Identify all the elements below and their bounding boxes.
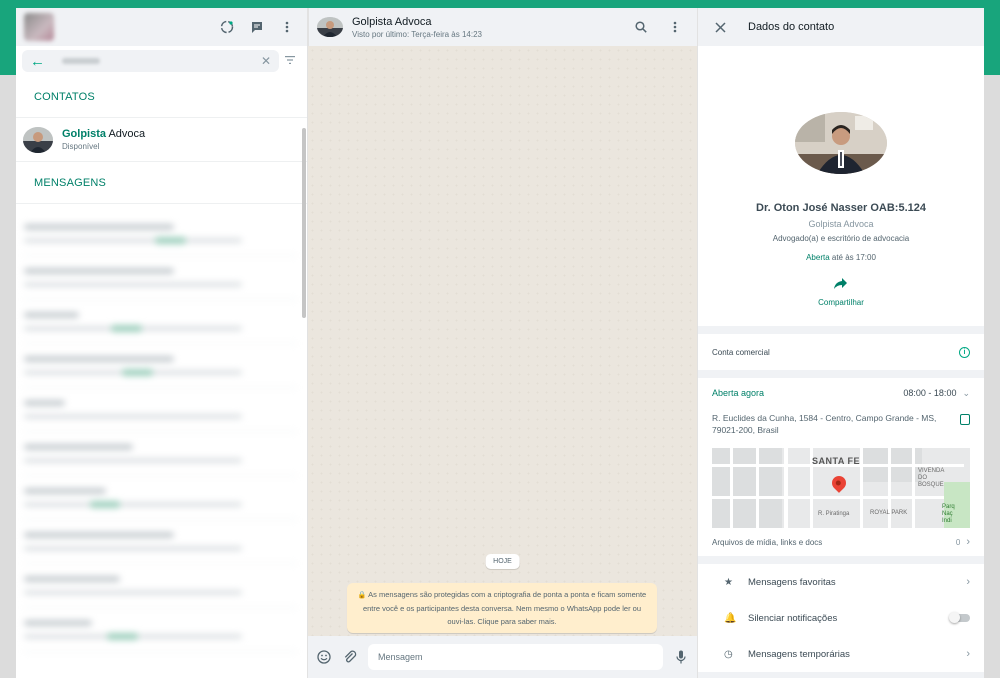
chevron-right-icon: › (966, 576, 970, 588)
search-query-blurred (62, 58, 100, 64)
chevron-right-icon: › (966, 648, 970, 660)
blurred-message-results (16, 204, 307, 652)
back-arrow-icon[interactable]: ← (30, 53, 48, 70)
mute-toggle[interactable] (949, 612, 970, 623)
contact-status: Disponível (62, 142, 100, 151)
list-item[interactable] (24, 300, 297, 344)
profile-card: Dr. Oton José Nasser OAB:5.124 Golpista … (698, 46, 984, 326)
chat-messages-area[interactable]: HOJE 🔒 As mensagens são protegidas com a… (308, 46, 697, 636)
chat-pane: Golpista Advoca Visto por último: Terça-… (308, 8, 697, 678)
list-item[interactable] (24, 344, 297, 388)
composer: Mensagem (308, 636, 697, 678)
contact-info-header: Dados do contato (698, 8, 984, 46)
open-status: Aberta até às 17:00 (806, 253, 876, 262)
chat-header[interactable]: Golpista Advoca Visto por último: Terça-… (308, 8, 697, 46)
list-item[interactable] (24, 564, 297, 608)
encryption-notice[interactable]: 🔒 As mensagens são protegidas com a crip… (347, 583, 657, 633)
contact-avatar (23, 126, 53, 153)
chat-menu-icon[interactable] (667, 19, 683, 35)
search-row: ← ✕ (16, 46, 307, 76)
list-item[interactable] (24, 608, 297, 652)
day-badge: HOJE (485, 554, 520, 569)
business-address: R. Euclides da Cunha, 1584 - Centro, Cam… (712, 412, 970, 436)
contact-info-panel: Dados do contato Dr. Oton José Nasser OA… (697, 8, 984, 678)
sidebar-scrollbar[interactable] (302, 128, 306, 318)
lock-icon: 🔒 (357, 592, 367, 599)
star-icon: ★ (724, 576, 733, 588)
disappearing-messages-row[interactable]: ◷ Mensagens temporárias › (698, 636, 984, 672)
contacts-section-header: CONTATOS (16, 76, 307, 118)
emoji-icon[interactable] (316, 649, 332, 665)
search-icon[interactable] (633, 19, 649, 35)
share-icon (834, 276, 848, 292)
whatsapp-web-app: ← ✕ CONTATOS Golpista Advoca Disponível … (16, 8, 984, 678)
status-icon[interactable] (219, 19, 235, 35)
contact-info-title: Dados do contato (748, 21, 835, 33)
profile-photo[interactable] (795, 112, 887, 174)
sidebar: ← ✕ CONTATOS Golpista Advoca Disponível … (16, 8, 308, 678)
list-item[interactable] (24, 212, 297, 256)
bell-icon: 🔔 (724, 612, 737, 624)
business-category: Advogado(a) e escritório de advocacia (772, 234, 910, 243)
search-input[interactable]: ← ✕ (22, 50, 279, 72)
chevron-right-icon: › (966, 536, 970, 548)
list-item[interactable] (24, 256, 297, 300)
mute-notifications-row[interactable]: 🔔 Silenciar notificações (698, 600, 984, 636)
list-item[interactable] (24, 476, 297, 520)
list-item[interactable] (24, 432, 297, 476)
contact-result-item[interactable]: Golpista Advoca Disponível (16, 118, 307, 162)
my-avatar[interactable] (24, 13, 54, 41)
close-icon[interactable] (712, 19, 728, 35)
info-icon[interactable]: i (959, 346, 970, 358)
sidebar-header (16, 8, 307, 46)
business-name: Golpista Advoca (808, 219, 874, 229)
microphone-icon[interactable] (673, 649, 689, 665)
business-hours-row[interactable]: Aberta agora 08:00 - 18:00 ⌄ (712, 378, 970, 408)
location-map[interactable]: SANTA FE VIVENDA DO BOSQUE ROYAL PARK Pa… (712, 448, 970, 528)
timer-icon: ◷ (724, 648, 733, 660)
list-item[interactable] (24, 520, 297, 564)
chat-title: Golpista Advoca (352, 15, 432, 28)
starred-messages-row[interactable]: ★ Mensagens favoritas › (698, 564, 984, 600)
messages-section-header: MENSAGENS (16, 162, 307, 204)
message-input[interactable]: Mensagem (368, 644, 663, 670)
filter-icon[interactable] (279, 55, 301, 67)
options-card: ★ Mensagens favoritas › 🔔 Silenciar noti… (698, 564, 984, 672)
new-chat-icon[interactable] (249, 19, 265, 35)
account-type-row[interactable]: Conta comercial i (698, 334, 984, 370)
chevron-down-icon[interactable]: ⌄ (962, 388, 970, 399)
menu-icon[interactable] (279, 19, 295, 35)
share-button[interactable]: Compartilhar (818, 276, 864, 307)
last-seen: Visto por último: Terça-feira às 14:23 (352, 29, 482, 39)
contact-name: Golpista Advoca (62, 128, 146, 140)
chat-avatar[interactable] (317, 17, 343, 37)
attach-icon[interactable] (342, 649, 358, 665)
copy-icon[interactable] (960, 414, 970, 425)
business-details-card: Aberta agora 08:00 - 18:00 ⌄ R. Euclides… (698, 378, 984, 556)
media-links-docs-row[interactable]: Arquivos de mídia, links e docs 0 › (712, 528, 970, 556)
location-pin-icon (829, 473, 849, 493)
clear-search-icon[interactable]: ✕ (261, 54, 271, 68)
list-item[interactable] (24, 388, 297, 432)
contact-display-name: Dr. Oton José Nasser OAB:5.124 (756, 202, 926, 214)
